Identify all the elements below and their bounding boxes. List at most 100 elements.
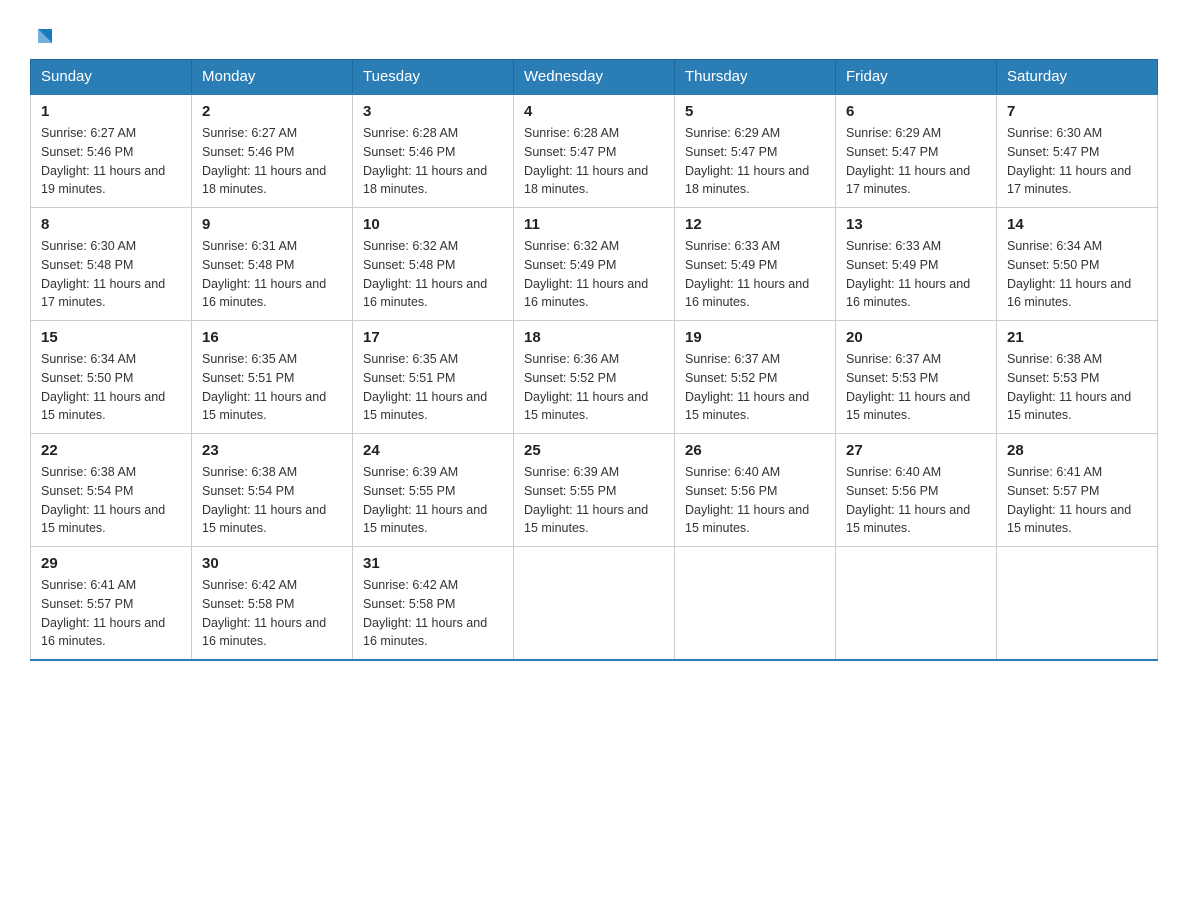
calendar-cell: 22 Sunrise: 6:38 AMSunset: 5:54 PMDayligh… xyxy=(31,434,192,547)
day-info: Sunrise: 6:36 AMSunset: 5:52 PMDaylight:… xyxy=(524,350,664,425)
day-info: Sunrise: 6:38 AMSunset: 5:54 PMDaylight:… xyxy=(41,463,181,538)
day-number: 12 xyxy=(685,216,825,233)
day-number: 21 xyxy=(1007,329,1147,346)
calendar-cell xyxy=(836,547,997,661)
calendar-header-thursday: Thursday xyxy=(675,60,836,95)
day-info: Sunrise: 6:42 AMSunset: 5:58 PMDaylight:… xyxy=(363,576,503,651)
day-number: 9 xyxy=(202,216,342,233)
day-info: Sunrise: 6:28 AMSunset: 5:46 PMDaylight:… xyxy=(363,124,503,199)
calendar-cell: 5 Sunrise: 6:29 AMSunset: 5:47 PMDaylight… xyxy=(675,94,836,208)
day-number: 4 xyxy=(524,103,664,120)
day-number: 25 xyxy=(524,442,664,459)
day-number: 20 xyxy=(846,329,986,346)
day-info: Sunrise: 6:34 AMSunset: 5:50 PMDaylight:… xyxy=(41,350,181,425)
day-number: 11 xyxy=(524,216,664,233)
day-number: 2 xyxy=(202,103,342,120)
day-info: Sunrise: 6:31 AMSunset: 5:48 PMDaylight:… xyxy=(202,237,342,312)
calendar-cell: 13 Sunrise: 6:33 AMSunset: 5:49 PMDayligh… xyxy=(836,208,997,321)
day-info: Sunrise: 6:38 AMSunset: 5:53 PMDaylight:… xyxy=(1007,350,1147,425)
calendar-cell: 18 Sunrise: 6:36 AMSunset: 5:52 PMDayligh… xyxy=(514,321,675,434)
day-info: Sunrise: 6:38 AMSunset: 5:54 PMDaylight:… xyxy=(202,463,342,538)
day-number: 8 xyxy=(41,216,181,233)
day-number: 1 xyxy=(41,103,181,120)
day-number: 5 xyxy=(685,103,825,120)
day-number: 3 xyxy=(363,103,503,120)
calendar-cell: 8Sunrise: 6:30 AMSunset: 5:48 PMDaylight… xyxy=(31,208,192,321)
calendar-cell: 12 Sunrise: 6:33 AMSunset: 5:49 PMDayligh… xyxy=(675,208,836,321)
calendar-cell: 14 Sunrise: 6:34 AMSunset: 5:50 PMDayligh… xyxy=(997,208,1158,321)
day-number: 26 xyxy=(685,442,825,459)
day-number: 13 xyxy=(846,216,986,233)
day-number: 22 xyxy=(41,442,181,459)
logo xyxy=(30,20,58,49)
day-number: 14 xyxy=(1007,216,1147,233)
calendar-header-sunday: Sunday xyxy=(31,60,192,95)
day-number: 17 xyxy=(363,329,503,346)
logo-general-text xyxy=(30,25,58,49)
day-info: Sunrise: 6:28 AMSunset: 5:47 PMDaylight:… xyxy=(524,124,664,199)
day-number: 7 xyxy=(1007,103,1147,120)
day-number: 18 xyxy=(524,329,664,346)
calendar-cell: 23 Sunrise: 6:38 AMSunset: 5:54 PMDayligh… xyxy=(192,434,353,547)
day-info: Sunrise: 6:39 AMSunset: 5:55 PMDaylight:… xyxy=(524,463,664,538)
calendar-cell: 9 Sunrise: 6:31 AMSunset: 5:48 PMDaylight… xyxy=(192,208,353,321)
calendar-cell: 27Sunrise: 6:40 AMSunset: 5:56 PMDayligh… xyxy=(836,434,997,547)
calendar-week-row: 22 Sunrise: 6:38 AMSunset: 5:54 PMDayligh… xyxy=(31,434,1158,547)
calendar-cell xyxy=(997,547,1158,661)
calendar-week-row: 1 Sunrise: 6:27 AMSunset: 5:46 PMDaylight… xyxy=(31,94,1158,208)
calendar-cell: 11 Sunrise: 6:32 AMSunset: 5:49 PMDayligh… xyxy=(514,208,675,321)
calendar-cell: 15 Sunrise: 6:34 AMSunset: 5:50 PMDayligh… xyxy=(31,321,192,434)
day-info: Sunrise: 6:39 AMSunset: 5:55 PMDaylight:… xyxy=(363,463,503,538)
calendar-cell: 25 Sunrise: 6:39 AMSunset: 5:55 PMDayligh… xyxy=(514,434,675,547)
day-info: Sunrise: 6:37 AMSunset: 5:52 PMDaylight:… xyxy=(685,350,825,425)
calendar-header-monday: Monday xyxy=(192,60,353,95)
day-info: Sunrise: 6:41 AMSunset: 5:57 PMDaylight:… xyxy=(41,576,181,651)
day-info: Sunrise: 6:37 AMSunset: 5:53 PMDaylight:… xyxy=(846,350,986,425)
calendar-cell: 29Sunrise: 6:41 AMSunset: 5:57 PMDayligh… xyxy=(31,547,192,661)
day-number: 24 xyxy=(363,442,503,459)
calendar-cell xyxy=(675,547,836,661)
day-info: Sunrise: 6:41 AMSunset: 5:57 PMDaylight:… xyxy=(1007,463,1147,538)
calendar: SundayMondayTuesdayWednesdayThursdayFrid… xyxy=(30,59,1158,661)
calendar-cell: 4 Sunrise: 6:28 AMSunset: 5:47 PMDaylight… xyxy=(514,94,675,208)
day-info: Sunrise: 6:29 AMSunset: 5:47 PMDaylight:… xyxy=(846,124,986,199)
calendar-header-tuesday: Tuesday xyxy=(353,60,514,95)
calendar-cell: 21 Sunrise: 6:38 AMSunset: 5:53 PMDayligh… xyxy=(997,321,1158,434)
calendar-cell: 19Sunrise: 6:37 AMSunset: 5:52 PMDayligh… xyxy=(675,321,836,434)
day-info: Sunrise: 6:35 AMSunset: 5:51 PMDaylight:… xyxy=(202,350,342,425)
calendar-cell: 6 Sunrise: 6:29 AMSunset: 5:47 PMDaylight… xyxy=(836,94,997,208)
day-number: 28 xyxy=(1007,442,1147,459)
calendar-cell: 30Sunrise: 6:42 AMSunset: 5:58 PMDayligh… xyxy=(192,547,353,661)
day-number: 23 xyxy=(202,442,342,459)
calendar-header-friday: Friday xyxy=(836,60,997,95)
day-info: Sunrise: 6:33 AMSunset: 5:49 PMDaylight:… xyxy=(685,237,825,312)
calendar-cell: 3 Sunrise: 6:28 AMSunset: 5:46 PMDaylight… xyxy=(353,94,514,208)
day-info: Sunrise: 6:27 AMSunset: 5:46 PMDaylight:… xyxy=(41,124,181,199)
day-info: Sunrise: 6:30 AMSunset: 5:47 PMDaylight:… xyxy=(1007,124,1147,199)
calendar-cell: 26Sunrise: 6:40 AMSunset: 5:56 PMDayligh… xyxy=(675,434,836,547)
calendar-week-row: 8Sunrise: 6:30 AMSunset: 5:48 PMDaylight… xyxy=(31,208,1158,321)
day-number: 6 xyxy=(846,103,986,120)
day-info: Sunrise: 6:27 AMSunset: 5:46 PMDaylight:… xyxy=(202,124,342,199)
calendar-week-row: 29Sunrise: 6:41 AMSunset: 5:57 PMDayligh… xyxy=(31,547,1158,661)
day-info: Sunrise: 6:32 AMSunset: 5:48 PMDaylight:… xyxy=(363,237,503,312)
day-info: Sunrise: 6:29 AMSunset: 5:47 PMDaylight:… xyxy=(685,124,825,199)
calendar-header-row: SundayMondayTuesdayWednesdayThursdayFrid… xyxy=(31,60,1158,95)
logo-arrow-icon xyxy=(32,23,58,49)
calendar-cell: 24 Sunrise: 6:39 AMSunset: 5:55 PMDayligh… xyxy=(353,434,514,547)
day-info: Sunrise: 6:34 AMSunset: 5:50 PMDaylight:… xyxy=(1007,237,1147,312)
day-info: Sunrise: 6:33 AMSunset: 5:49 PMDaylight:… xyxy=(846,237,986,312)
calendar-header-wednesday: Wednesday xyxy=(514,60,675,95)
day-number: 10 xyxy=(363,216,503,233)
day-number: 27 xyxy=(846,442,986,459)
calendar-cell: 28 Sunrise: 6:41 AMSunset: 5:57 PMDayligh… xyxy=(997,434,1158,547)
calendar-cell: 20 Sunrise: 6:37 AMSunset: 5:53 PMDayligh… xyxy=(836,321,997,434)
calendar-cell: 16Sunrise: 6:35 AMSunset: 5:51 PMDayligh… xyxy=(192,321,353,434)
calendar-cell: 1 Sunrise: 6:27 AMSunset: 5:46 PMDaylight… xyxy=(31,94,192,208)
day-number: 15 xyxy=(41,329,181,346)
day-number: 31 xyxy=(363,555,503,572)
day-info: Sunrise: 6:32 AMSunset: 5:49 PMDaylight:… xyxy=(524,237,664,312)
calendar-cell xyxy=(514,547,675,661)
header xyxy=(30,20,1158,49)
calendar-week-row: 15 Sunrise: 6:34 AMSunset: 5:50 PMDayligh… xyxy=(31,321,1158,434)
